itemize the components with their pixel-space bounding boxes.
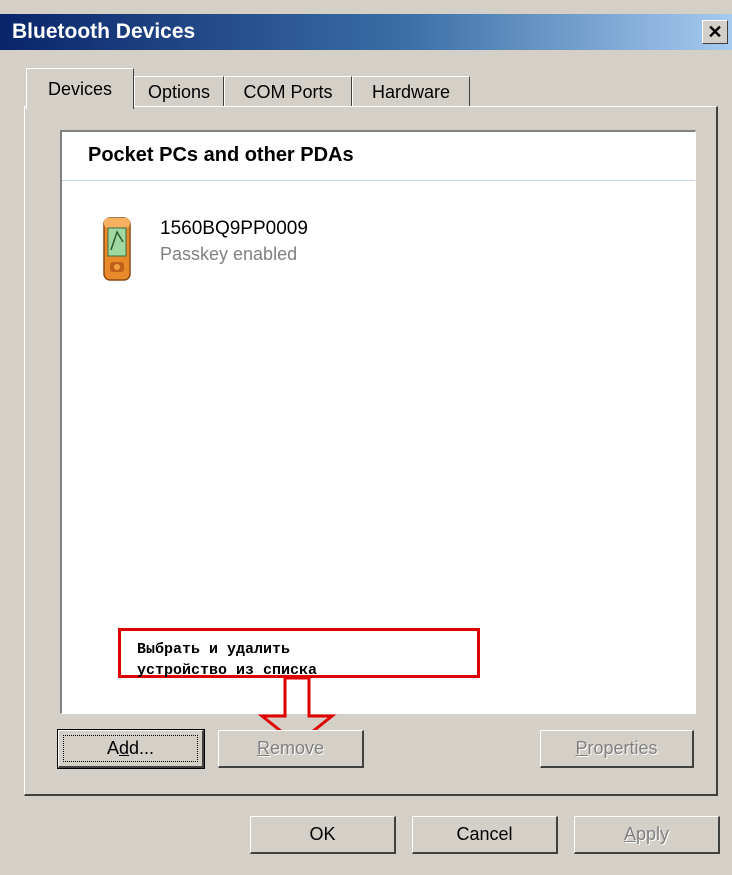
group-header: Pocket PCs and other PDAs [88,144,354,166]
apply-button-accel: A [623,824,636,844]
apply-button-label: pply [635,824,670,844]
properties-button-label: roperties [587,738,658,758]
title-bar[interactable]: Bluetooth Devices ✕ [0,14,732,50]
tab-devices[interactable]: Devices [26,68,134,109]
tab-com-ports-label: COM Ports [243,82,333,102]
annotation-line1: Выбрать и удалить [137,641,291,658]
tab-hardware[interactable]: Hardware [352,76,470,107]
annotation-text: Выбрать и удалить устройство из списка [137,639,317,681]
tab-devices-label: Devices [47,79,113,99]
add-button[interactable]: Add... [57,729,205,769]
properties-button[interactable]: Properties [540,730,694,768]
focus-ring [63,735,198,762]
tab-com-ports[interactable]: COM Ports [224,76,352,107]
group-divider [62,180,695,181]
device-list[interactable]: Pocket PCs and other PDAs 1560BQ9PP0009 … [60,130,696,714]
remove-button-accel: R [256,738,270,758]
close-icon: ✕ [707,22,723,42]
remove-button[interactable]: Remove [218,730,364,768]
ok-button[interactable]: OK [250,816,396,854]
properties-button-accel: P [575,738,588,758]
tab-options[interactable]: Options [134,76,224,107]
remove-button-label: emove [269,738,325,758]
pda-icon [102,214,132,282]
cancel-button[interactable]: Cancel [412,816,558,854]
tab-options-label: Options [147,82,211,102]
device-status: Passkey enabled [160,244,298,264]
tab-hardware-label: Hardware [371,82,451,102]
bluetooth-devices-dialog: Bluetooth Devices ✕ Devices Options COM … [0,0,732,875]
ok-button-label: OK [309,824,336,844]
apply-button[interactable]: Apply [574,816,720,854]
device-list-item[interactable]: 1560BQ9PP0009 Passkey enabled [102,214,422,284]
device-name: 1560BQ9PP0009 [160,218,308,239]
annotation-callout: Выбрать и удалить устройство из списка [118,628,480,681]
window-title: Bluetooth Devices [12,20,196,43]
close-button[interactable]: ✕ [702,20,728,44]
cancel-button-label: Cancel [456,824,513,844]
